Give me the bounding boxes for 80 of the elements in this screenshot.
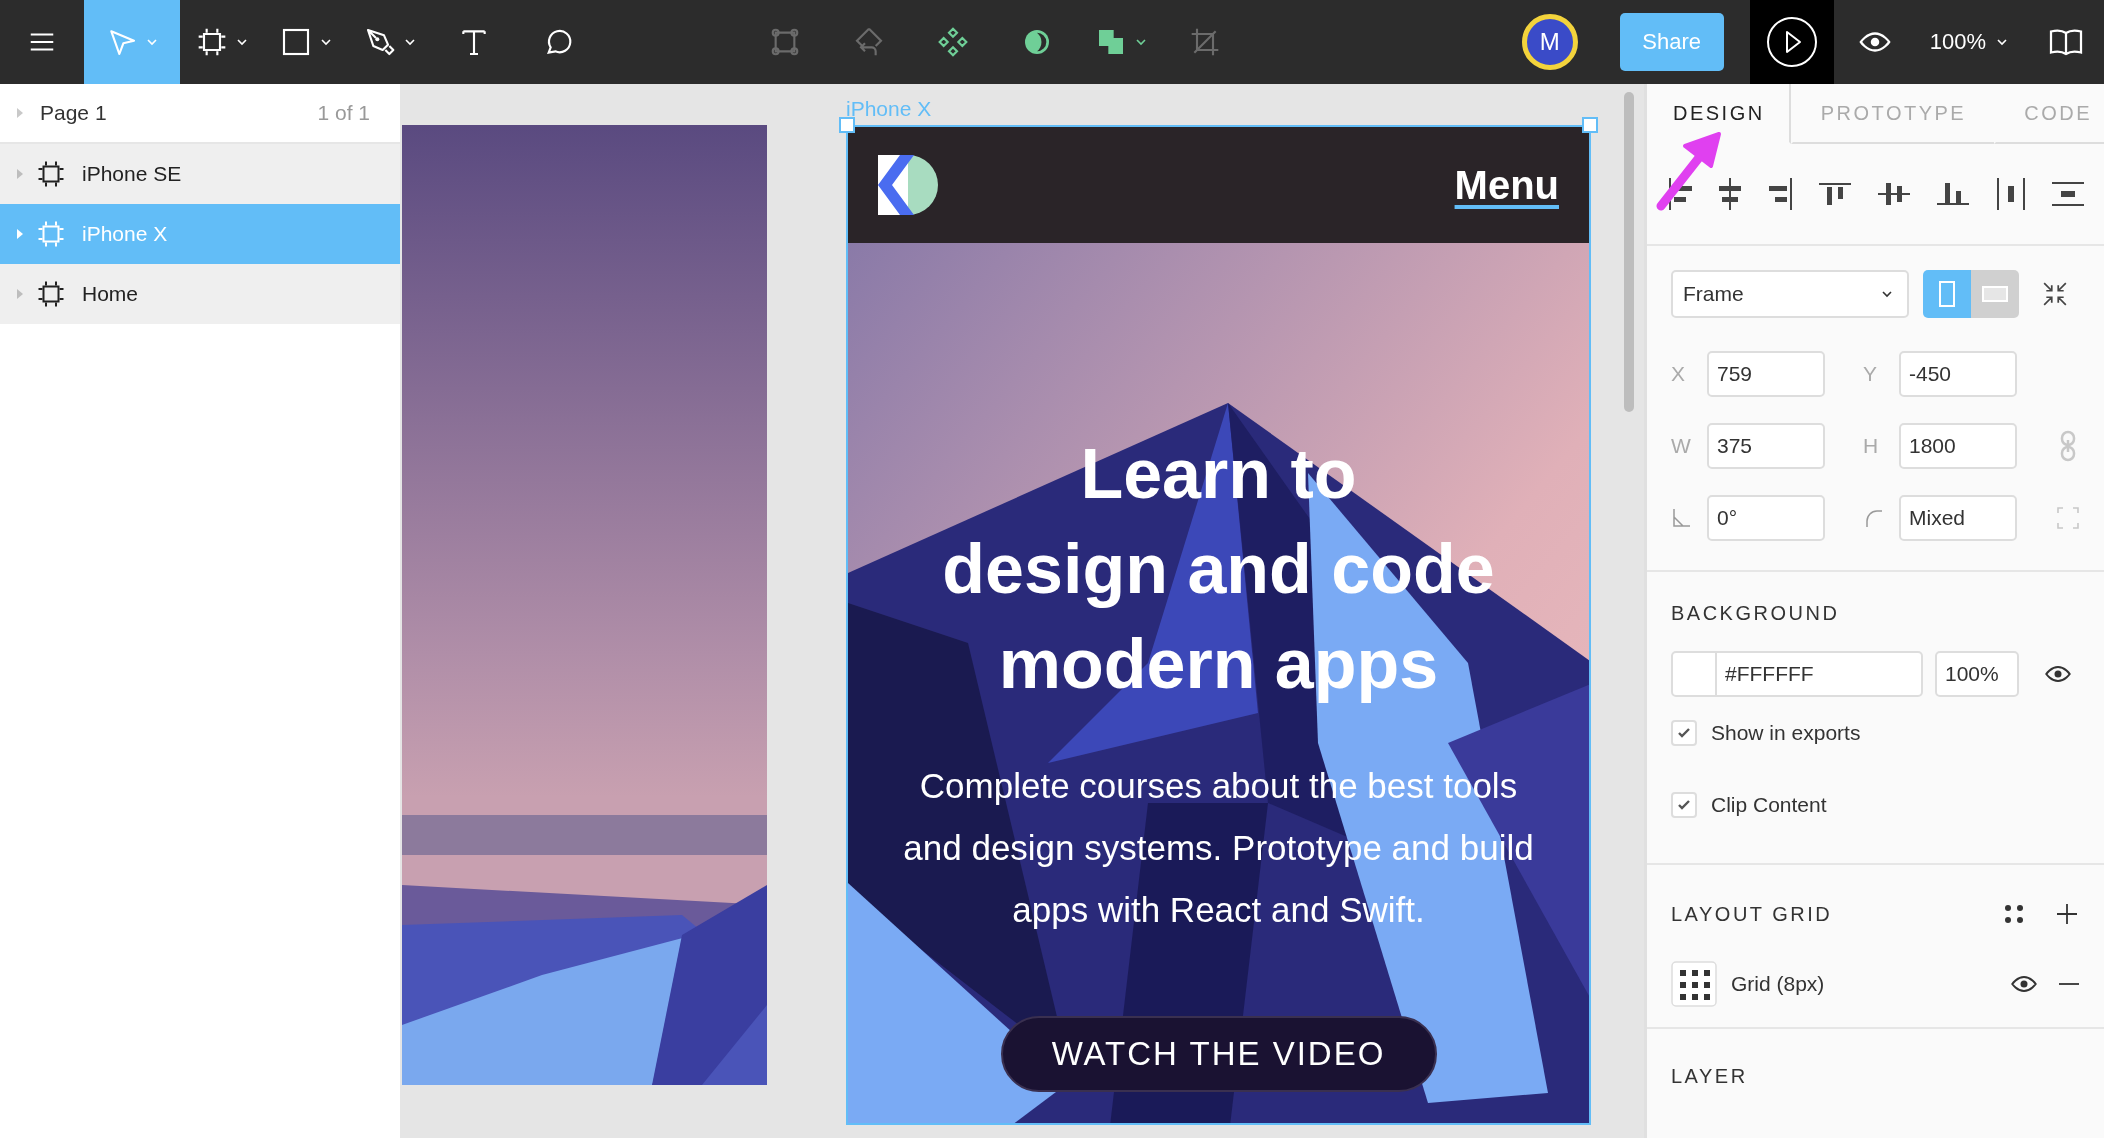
rectangle-icon — [280, 26, 312, 58]
expand-arrow-icon — [16, 288, 24, 300]
collapse-arrows-icon[interactable] — [2042, 281, 2068, 307]
expand-arrow-icon — [16, 107, 24, 119]
checkbox-label: Show in exports — [1711, 721, 1861, 745]
user-avatar[interactable]: M — [1521, 14, 1578, 70]
caret-icon — [320, 38, 332, 46]
checkbox[interactable] — [1671, 720, 1697, 746]
menu-link[interactable]: Menu — [1454, 162, 1559, 208]
caret-icon — [146, 38, 158, 46]
caret-icon — [1881, 290, 1893, 298]
expand-arrow-icon — [16, 228, 24, 240]
checkbox[interactable] — [1671, 792, 1697, 818]
play-icon — [1765, 16, 1818, 68]
grid-icon[interactable] — [1671, 961, 1717, 1007]
four-dots-icon[interactable] — [2004, 904, 2024, 924]
four-diamonds-icon — [937, 26, 969, 58]
caret-icon — [236, 38, 248, 46]
hex-color-field[interactable]: #FFFFFF — [1717, 651, 1923, 697]
square-nodes-icon — [769, 26, 801, 58]
scrollbar[interactable] — [1624, 92, 1634, 412]
corner-radius-icon — [1863, 507, 1885, 529]
checkbox-label: Clip Content — [1711, 793, 1827, 817]
align-button[interactable] — [1719, 178, 1742, 210]
align-icon — [1937, 183, 1970, 205]
expand-arrow-icon — [16, 168, 24, 180]
pen-icon — [364, 26, 396, 58]
align-icon — [1818, 183, 1851, 205]
caret-icon — [404, 38, 416, 46]
number-field[interactable]: -450 — [1899, 351, 2017, 397]
zoom-dropdown[interactable]: 100% — [1915, 29, 2026, 55]
align-icon — [2051, 182, 2084, 206]
layer-item[interactable]: Home — [0, 264, 400, 324]
number-field[interactable]: 375 — [1707, 423, 1825, 469]
crop-icon — [1189, 26, 1221, 58]
logo-icon — [878, 155, 938, 215]
watch-video-button[interactable]: WATCH THE VIDEO — [1000, 1016, 1437, 1092]
headline: design and code — [942, 529, 1495, 610]
align-icon — [1768, 178, 1792, 210]
selection-handle[interactable] — [839, 117, 855, 133]
color-swatch[interactable] — [1671, 651, 1717, 697]
align-button[interactable] — [1996, 178, 2025, 210]
page-name: Page 1 — [40, 101, 108, 125]
angle-icon — [1671, 507, 1693, 529]
layer-item[interactable]: iPhone SE — [0, 144, 400, 204]
align-button[interactable] — [1768, 178, 1792, 210]
number-field[interactable]: Mixed — [1899, 495, 2017, 541]
selection-handle[interactable] — [1582, 117, 1598, 133]
plus-icon[interactable] — [2056, 903, 2078, 925]
frame-icon — [36, 219, 66, 249]
frame-icon — [36, 159, 66, 189]
caret-icon — [1996, 38, 2008, 46]
section-title: LAYER — [1671, 1065, 1749, 1088]
section-title: LAYOUT GRID — [1671, 902, 1834, 926]
field-label: W — [1671, 434, 1692, 458]
number-field[interactable]: 1800 — [1899, 423, 2017, 469]
diamond-arrow-icon — [853, 26, 885, 58]
align-icon — [1669, 178, 1692, 210]
number-field[interactable]: 0° — [1707, 495, 1825, 541]
preset-dropdown[interactable]: Frame — [1671, 270, 1909, 318]
align-icon — [1719, 178, 1742, 210]
align-icon — [1996, 178, 2025, 210]
field-label: Y — [1863, 362, 1878, 386]
caret-icon — [1135, 38, 1147, 46]
align-button[interactable] — [1937, 183, 1970, 205]
frame-icon — [196, 26, 228, 58]
grid-label: Grid (8px) — [1731, 972, 1826, 996]
align-button[interactable] — [1818, 183, 1851, 205]
section-title: BACKGROUND — [1671, 602, 1841, 625]
align-button[interactable] — [1878, 183, 1911, 205]
field-label: H — [1863, 434, 1880, 458]
field-label: X — [1671, 362, 1686, 386]
opacity-field[interactable]: 100% — [1935, 651, 2019, 697]
align-button[interactable] — [1669, 178, 1692, 210]
number-field[interactable]: 759 — [1707, 351, 1825, 397]
align-button[interactable] — [2051, 182, 2084, 206]
page-count: 1 of 1 — [317, 101, 370, 125]
present-button[interactable] — [1749, 0, 1834, 84]
frame-icon — [36, 279, 66, 309]
align-icon — [1878, 183, 1911, 205]
